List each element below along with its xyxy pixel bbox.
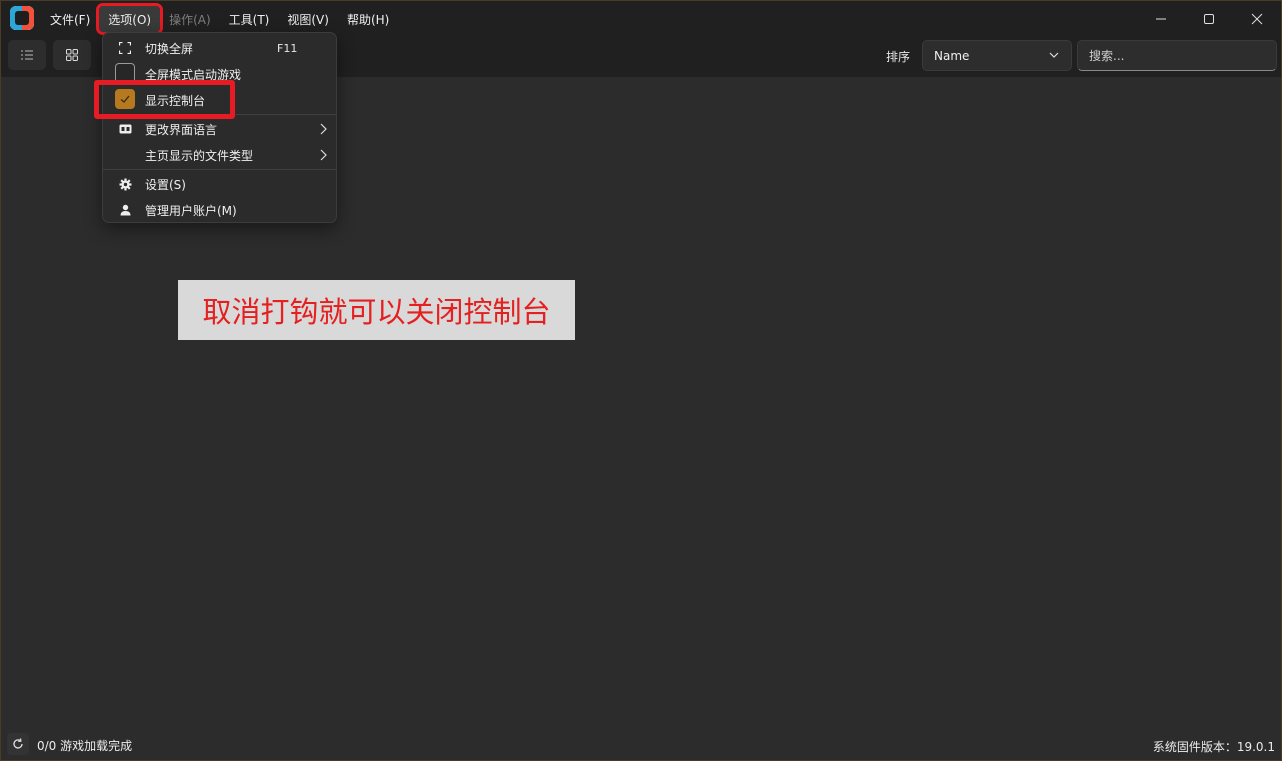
menu-item-settings[interactable]: 设置(S)	[107, 171, 334, 197]
menu-tools[interactable]: 工具(T)	[220, 6, 279, 32]
grid-view-button[interactable]	[53, 40, 91, 70]
window-controls	[1137, 1, 1281, 37]
menu-item-change-language[interactable]: 更改界面语言	[107, 116, 334, 142]
annotation-callout: 取消打钩就可以关闭控制台	[178, 280, 575, 340]
menu-item-label: 主页显示的文件类型	[145, 148, 254, 163]
app-window: 文件(F) 选项(O) 操作(A) 工具(T) 视图(V) 帮助(H) 排序 N…	[0, 0, 1282, 761]
close-icon	[1251, 13, 1263, 25]
menu-item-manage-accounts[interactable]: 管理用户账户(M)	[107, 197, 334, 223]
chevron-right-icon	[320, 123, 327, 135]
menu-item-toggle-fullscreen[interactable]: 切换全屏 F11	[107, 35, 334, 61]
chevron-right-icon	[320, 149, 327, 161]
language-icon	[118, 122, 132, 136]
menu-file[interactable]: 文件(F)	[41, 6, 99, 32]
sort-select-value: Name	[934, 48, 970, 63]
menu-item-home-file-types[interactable]: 主页显示的文件类型	[107, 142, 334, 168]
fullscreen-icon	[118, 41, 132, 55]
maximize-button[interactable]	[1185, 1, 1233, 37]
menu-item-shortcut: F11	[277, 41, 298, 55]
games-loaded-status: 0/0 游戏加载完成	[37, 739, 133, 753]
sort-label: 排序	[885, 50, 910, 64]
status-bar: 0/0 游戏加载完成 系统固件版本：19.0.1	[1, 728, 1281, 761]
refresh-icon	[13, 738, 23, 749]
minimize-icon	[1156, 18, 1166, 20]
user-icon	[118, 203, 132, 217]
menu-actions[interactable]: 操作(A)	[160, 6, 220, 32]
gear-icon	[118, 177, 132, 191]
list-icon	[21, 50, 33, 60]
menu-help[interactable]: 帮助(H)	[338, 6, 398, 32]
menu-options[interactable]: 选项(O)	[96, 3, 164, 35]
options-menu: 切换全屏 F11 全屏模式启动游戏 显示控制台 更改界面语言 主页显示的文件类型…	[102, 32, 337, 223]
menu-item-label: 设置(S)	[145, 177, 186, 192]
menu-item-label: 更改界面语言	[145, 122, 218, 137]
close-button[interactable]	[1233, 1, 1281, 37]
menu-item-label: 切换全屏	[145, 41, 194, 56]
chevron-down-icon	[1049, 52, 1059, 58]
refresh-button[interactable]	[7, 733, 29, 755]
menu-item-label: 管理用户账户(M)	[145, 203, 237, 218]
menu-view[interactable]: 视图(V)	[278, 6, 338, 32]
firmware-version: 系统固件版本：19.0.1	[1152, 740, 1275, 754]
grid-icon	[66, 49, 78, 61]
menu-separator	[103, 169, 336, 170]
maximize-icon	[1204, 14, 1214, 24]
list-view-button[interactable]	[8, 40, 46, 70]
app-logo-icon	[10, 6, 34, 30]
search-input[interactable]	[1077, 40, 1277, 71]
minimize-button[interactable]	[1137, 1, 1185, 37]
sort-select[interactable]: Name	[922, 40, 1072, 71]
highlight-box	[94, 80, 235, 119]
